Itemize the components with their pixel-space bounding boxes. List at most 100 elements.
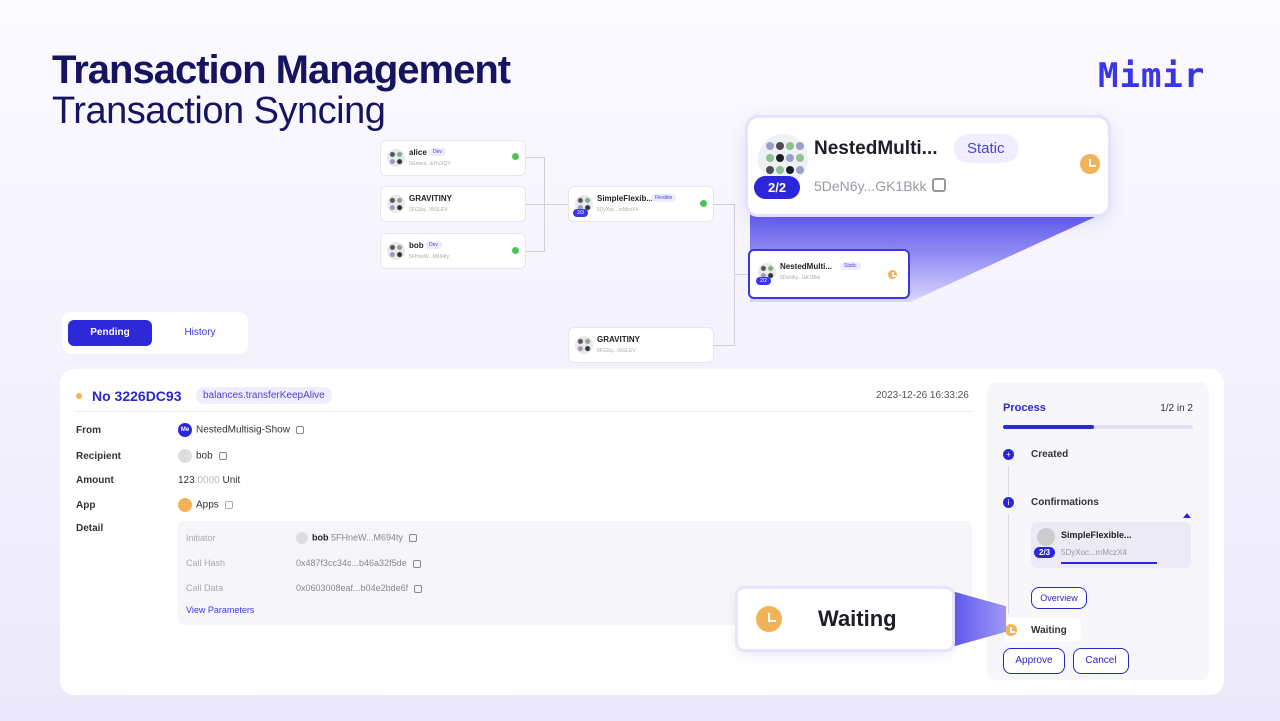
copy-icon[interactable] — [409, 534, 418, 542]
node-name: alice — [409, 148, 427, 157]
connector — [734, 204, 735, 346]
zoomed-node-card: NestedMulti... Static 2/2 5DeN6y...GK1Bk… — [748, 118, 1108, 214]
from-label: From — [76, 425, 101, 436]
tree-node-gravitiny-2[interactable]: GRAVITINY 5FGSq...VkSLEV — [568, 327, 714, 363]
app-value[interactable]: Apps — [178, 498, 233, 512]
waiting-callout: Waiting — [738, 589, 952, 649]
avatar — [296, 532, 308, 544]
amount-unit: Unit — [222, 475, 241, 486]
copy-icon[interactable] — [412, 559, 421, 568]
app-label: App — [76, 500, 96, 511]
recipient-label: Recipient — [76, 451, 122, 462]
copy-icon[interactable] — [295, 426, 304, 434]
step-line — [1008, 514, 1009, 614]
amount-decimals: .0000 — [194, 475, 220, 486]
tree-node-simpleflexible[interactable]: SimpleFlexib... Flexible 2/3 5DyXoc...mM… — [568, 186, 714, 222]
threshold-badge: 2/3 — [573, 209, 588, 217]
check-icon — [512, 247, 519, 254]
initiator-value: bob 5FHneW...M694ty — [296, 532, 418, 544]
process-title: Process — [1003, 402, 1046, 414]
amount-int: 123 — [178, 475, 195, 486]
callhash-label: Call Hash — [186, 558, 226, 568]
external-link-icon[interactable] — [224, 501, 233, 509]
detail-label: Detail — [76, 523, 104, 534]
from-name: NestedMultisig-Show — [196, 424, 290, 436]
tx-id[interactable]: No 3226DC93 — [92, 388, 182, 404]
dev-tag: Dev — [425, 241, 442, 249]
clock-icon — [756, 606, 782, 632]
initiator-name: bob — [312, 532, 329, 543]
check-icon — [700, 200, 707, 207]
calldata-value: 0x0603008eaf...b04e2bde6f — [296, 583, 423, 593]
node-address: 5FGSq...VkSLEV — [597, 348, 636, 354]
tab-history[interactable]: History — [168, 320, 232, 346]
calldata-label: Call Data — [186, 583, 224, 593]
avatar — [575, 336, 593, 354]
recipient-value: bob — [178, 449, 227, 463]
tree-node-nestedmulti[interactable]: NestedMulti... Static 2/2 5DeN6y...GK1Bk… — [748, 249, 910, 299]
threshold-badge: 2/2 — [754, 176, 801, 199]
node-name: bob — [409, 241, 424, 250]
tx-date: 2023-12-26 16:33:26 — [876, 390, 969, 401]
copy-icon[interactable] — [218, 452, 227, 460]
dev-tag: Dev — [429, 148, 446, 156]
callhash-text: 0x487f3cc34c...b46a32f5de — [296, 558, 407, 568]
flexible-tag: Flexible — [651, 194, 677, 202]
cancel-button[interactable]: Cancel — [1073, 648, 1129, 674]
avatar — [387, 149, 405, 167]
tab-pending[interactable]: Pending — [68, 320, 152, 346]
chevron-up-icon[interactable] — [1183, 513, 1191, 518]
connector — [714, 204, 734, 205]
view-parameters-link[interactable]: View Parameters — [186, 605, 254, 615]
tx-method-badge: balances.transferKeepAlive — [196, 387, 332, 404]
nested-node-inner: NestedMulti... Static 2/2 5DeN6y...GK1Bk… — [752, 255, 906, 293]
node-name: GRAVITINY — [597, 335, 640, 344]
clock-icon — [888, 270, 897, 279]
calldata-text: 0x0603008eaf...b04e2bde6f — [296, 583, 409, 593]
tree-node-alice[interactable]: alice Dev 5Grwva...EHuXQY — [380, 140, 526, 176]
tree-node-bob[interactable]: bob Dev 5FHneW...M694ty — [380, 233, 526, 269]
node-address: 5DeN6y...GK1Bkk — [780, 275, 821, 281]
zoomed-node-address: 5DeN6y...GK1Bkk — [814, 178, 927, 194]
avatar — [178, 449, 192, 463]
connector — [526, 251, 544, 252]
member-address: 5DyXoc...mMczX4 — [1061, 548, 1127, 557]
initiator-address: 5FHneW...M694ty — [331, 532, 404, 543]
zoomed-node-name: NestedMulti... — [814, 138, 938, 159]
avatar — [387, 195, 405, 213]
avatar: Me — [178, 423, 192, 437]
info-icon: i — [1003, 497, 1014, 508]
static-tag: Static — [954, 134, 1018, 163]
step-confirmations[interactable]: Confirmations — [1031, 497, 1099, 508]
callhash-value: 0x487f3cc34c...b46a32f5de — [296, 558, 421, 568]
confirmation-member: SimpleFlexible... 2/3 5DyXoc...mMczX4 — [1031, 522, 1191, 568]
node-address: 5Grwva...EHuXQY — [409, 161, 451, 167]
check-icon — [512, 153, 519, 160]
avatar — [387, 242, 405, 260]
plus-icon: + — [1003, 449, 1014, 460]
waiting-status: Waiting — [1003, 618, 1081, 642]
overview-button[interactable]: Overview — [1031, 587, 1087, 609]
connector — [734, 274, 748, 275]
connector — [526, 157, 544, 158]
node-address: 5DyXoc...mMczX4 — [597, 207, 639, 213]
from-value: Me NestedMultisig-Show — [178, 423, 304, 437]
mimir-logo: Mimir — [1098, 56, 1206, 96]
process-panel: Process 1/2 in 2 + Created i Confirmatio… — [987, 382, 1209, 680]
waiting-callout-text: Waiting — [818, 606, 897, 631]
pending-dot — [76, 393, 82, 399]
approve-button[interactable]: Approve — [1003, 648, 1065, 674]
static-tag: Static — [840, 262, 861, 270]
connector — [714, 345, 734, 346]
step-line — [1008, 466, 1009, 496]
tx-tabs: Pending History — [62, 312, 248, 354]
page-title: Transaction Management — [52, 48, 511, 92]
copy-icon[interactable] — [414, 584, 423, 593]
copy-icon[interactable] — [932, 178, 946, 192]
clock-icon — [1080, 154, 1100, 174]
node-name: SimpleFlexib... — [597, 194, 654, 203]
step-created: Created — [1031, 449, 1069, 460]
node-address: 5FGSq...VkSLEV — [409, 207, 448, 213]
recipient-name: bob — [196, 450, 213, 462]
tree-node-gravitiny[interactable]: GRAVITINY 5FGSq...VkSLEV — [380, 186, 526, 222]
